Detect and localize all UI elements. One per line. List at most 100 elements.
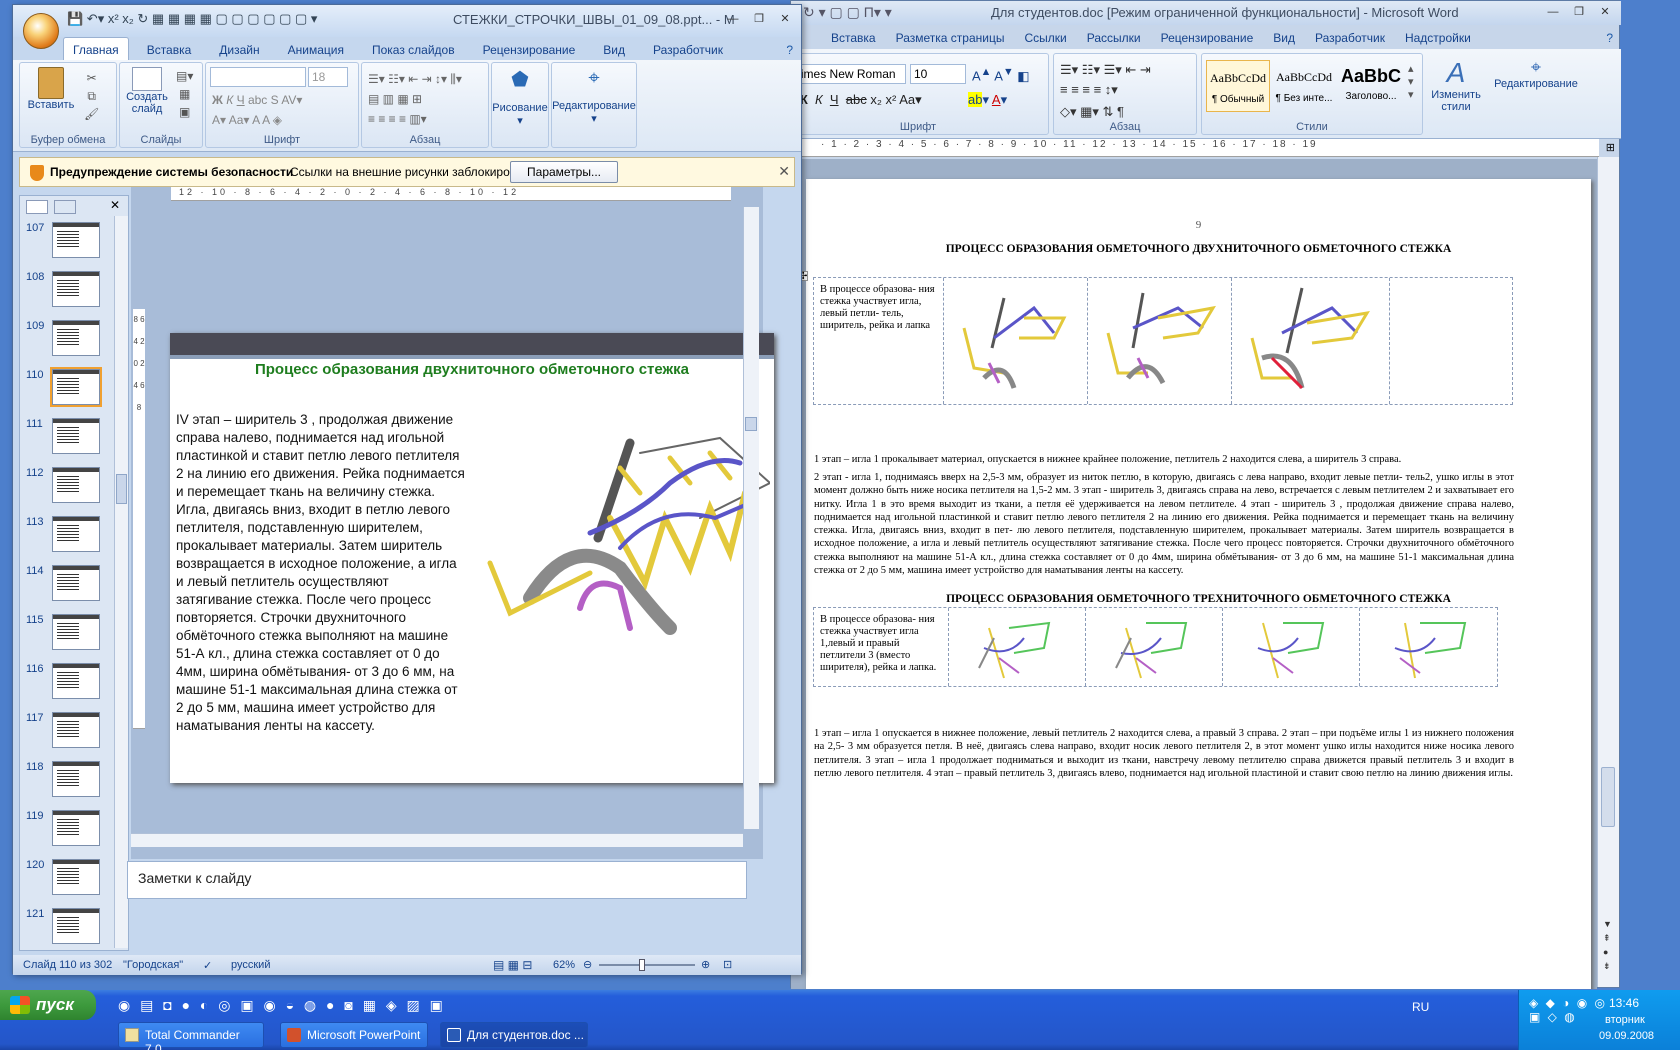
tab-insert[interactable]: Вставка — [831, 31, 876, 45]
task-word[interactable]: Для студентов.doc ... — [440, 1022, 588, 1048]
tray-icons[interactable]: ◈ ◆ ◑ ◉ ◎ ▣ ◇ ◍ — [1529, 996, 1607, 1024]
style-heading[interactable]: AaBbC Заголово... — [1338, 60, 1404, 112]
ppt-horizontal-ruler[interactable]: 12 · 10 · 8 · 6 · 4 · 2 · 0 · 2 · 4 · 6 … — [171, 187, 731, 201]
slide-thumbnail[interactable] — [52, 712, 100, 748]
font-name-combo[interactable]: Times New Roman — [790, 64, 906, 84]
fit-window-icon[interactable]: ⊡ — [723, 958, 732, 971]
slide-thumbnail[interactable] — [50, 367, 102, 407]
slide-body-text[interactable]: IV этап – ширитель 3 , продолжая движени… — [176, 411, 466, 735]
maximize-icon[interactable]: ❐ — [1567, 3, 1591, 21]
cut-copy-icons[interactable]: ✂ ⧉ 🖌 — [84, 69, 99, 123]
thumbs-scroll-thumb[interactable] — [116, 474, 127, 504]
align-icons[interactable]: ≡ ≡ ≡ ≡ ↕▾ — [1060, 82, 1118, 98]
slide-scroll-thumb[interactable] — [745, 417, 757, 431]
font-size-combo[interactable]: 10 — [910, 64, 966, 84]
slide-thumbnail[interactable] — [52, 908, 100, 944]
tab-view[interactable]: Вид — [603, 43, 625, 57]
zoom-in-icon[interactable]: ⊕ — [701, 958, 710, 971]
ppt-font-combo[interactable] — [210, 67, 306, 87]
language-indicator[interactable]: RU — [1412, 1000, 1429, 1014]
tab-review[interactable]: Рецензирование — [1161, 31, 1254, 45]
view-buttons-icon[interactable]: ▤ ▦ ⊟ — [493, 958, 532, 972]
slide-thumbnail[interactable] — [52, 271, 100, 307]
quicklaunch-icons[interactable]: ◉ ▤ ◘ ● ◐ ◎ ▣ ◉ ◒ ◍ ● ◙ ▦ ◈ ▨ ▣ — [118, 997, 446, 1014]
word-scroll-thumb[interactable] — [1601, 767, 1615, 827]
slide-thumbnail[interactable] — [52, 320, 100, 356]
clock-time[interactable]: 13:46 — [1609, 996, 1639, 1010]
ppt-align-icons[interactable]: ☰▾ ☷▾ ⇤ ⇥ ↕▾ ⫼▾ ▤ ▥ ▦ ⊞ ≡ ≡ ≡ ≡ ▥▾ — [368, 69, 462, 129]
style-nospacing[interactable]: AaBbCcDd ¶ Без инте... — [1272, 60, 1336, 112]
tab-mailings[interactable]: Рассылки — [1087, 31, 1141, 45]
pane-close-icon[interactable]: ✕ — [110, 198, 120, 212]
slide-thumbnail[interactable] — [52, 614, 100, 650]
tab-home[interactable]: Главная — [73, 43, 119, 57]
slides-tab-icon[interactable] — [26, 200, 48, 214]
ppt-maximize-icon[interactable]: ❐ — [747, 10, 771, 28]
slide-thumbnail[interactable] — [52, 810, 100, 846]
slide-title[interactable]: Процесс образования двухниточного обмето… — [170, 361, 774, 378]
slide-thumbnail[interactable] — [52, 761, 100, 797]
tab-insert[interactable]: Вставка — [147, 43, 192, 57]
task-total-commander[interactable]: Total Commander 7.0... — [118, 1022, 264, 1050]
slide-thumbnail[interactable] — [52, 663, 100, 699]
highlight-icon[interactable]: ab▾ A▾ — [968, 92, 1007, 108]
close-icon[interactable]: ✕ — [1593, 3, 1617, 21]
security-options-button[interactable]: Параметры... — [510, 161, 618, 183]
task-powerpoint[interactable]: Microsoft PowerPoint ... — [280, 1022, 428, 1050]
slide-vertical-scrollbar[interactable] — [743, 207, 759, 829]
ppt-color-icons[interactable]: A▾ Aa▾ A A ◈ — [212, 113, 282, 127]
thumbs-scrollbar[interactable] — [114, 216, 128, 948]
zoom-level[interactable]: 62% — [553, 959, 575, 971]
ppt-close-icon[interactable]: ✕ — [773, 10, 797, 28]
zoom-slider[interactable] — [599, 959, 695, 971]
ppt-format-icons[interactable]: Ж К Ч abc S AV▾ — [212, 93, 302, 107]
outline-tab-icon[interactable] — [54, 200, 76, 214]
format-buttons[interactable]: Ж К Ч abc x₂ x² Aa▾ — [796, 92, 922, 108]
tab-developer[interactable]: Разработчик — [653, 43, 723, 57]
tab-review[interactable]: Рецензирование — [483, 43, 576, 57]
office-button-icon[interactable] — [23, 13, 59, 49]
tab-slideshow[interactable]: Показ слайдов — [372, 43, 455, 57]
tab-design[interactable]: Дизайн — [219, 43, 259, 57]
shading-icons[interactable]: ◇▾ ▦▾ ⇅ ¶ — [1060, 104, 1124, 120]
layout-icons[interactable]: ▤▾ ▦ ▣ — [176, 67, 193, 121]
slide-horizontal-scrollbar[interactable] — [131, 833, 743, 847]
word-editing-button[interactable]: ⌖ Редактирование — [1491, 57, 1581, 90]
list-icons[interactable]: ☰▾ ☷▾ ☰▾ ⇤ ⇥ — [1060, 62, 1151, 78]
ppt-help-icon[interactable]: ? — [786, 43, 793, 57]
status-language[interactable]: русский — [231, 959, 270, 971]
styles-scroll-icon[interactable]: ▴ ▾ ▾ — [1408, 62, 1414, 101]
ppt-minimize-icon[interactable]: — — [721, 10, 745, 28]
stitch-figure[interactable] — [470, 423, 770, 643]
style-normal[interactable]: AaBbCcDd ¶ Обычный — [1206, 60, 1270, 112]
slide-thumbnail[interactable] — [52, 516, 100, 552]
view-ruler-icon[interactable]: ⊞ — [1606, 141, 1615, 154]
change-styles-button[interactable]: A Изменить стили — [1429, 57, 1483, 113]
tab-developer[interactable]: Разработчик — [1315, 31, 1385, 45]
tab-references[interactable]: Ссылки — [1024, 31, 1066, 45]
ppt-fontsize-combo[interactable]: 18 — [308, 67, 348, 87]
grow-font-icon[interactable]: A▲ A▼ ◧ — [972, 66, 1030, 84]
zoom-out-icon[interactable]: ⊖ — [583, 958, 592, 971]
ppt-editing-button[interactable]: ⌖ Редактирование ▾ — [552, 67, 636, 125]
paste-button[interactable]: Вставить — [26, 67, 76, 111]
slide-thumbnail[interactable] — [52, 859, 100, 895]
qat-icons[interactable]: ↻ ▾ ▢ ▢ Π▾ ▾ — [803, 4, 892, 21]
slide-canvas[interactable]: Процесс образования двухниточного обмето… — [170, 333, 774, 783]
ppt-vertical-ruler[interactable]: 8 6 4 2 0 2 4 6 8 — [133, 309, 145, 729]
notes-pane[interactable]: Заметки к слайду — [127, 861, 747, 899]
help-icon[interactable]: ? — [1606, 31, 1613, 45]
ppt-qat-icons[interactable]: 💾 ↶▾ x² x₂ ↻ ▦ ▦ ▦ ▦ ▢ ▢ ▢ ▢ ▢ ▢ ▾ — [67, 11, 317, 27]
create-slide-button[interactable]: Создать слайд — [122, 67, 172, 115]
minimize-icon[interactable]: — — [1541, 3, 1565, 21]
slide-thumbnail[interactable] — [52, 222, 100, 258]
tab-layout[interactable]: Разметка страницы — [896, 31, 1005, 45]
drawing-button[interactable]: ⬟ Рисование ▾ — [492, 67, 548, 127]
security-close-icon[interactable]: ✕ — [778, 163, 790, 180]
horizontal-ruler[interactable]: · 1 · 2 · 3 · 4 · 5 · 6 · 7 · 8 · 9 · 10… — [791, 139, 1599, 157]
spellcheck-icon[interactable]: ✓ — [203, 959, 212, 972]
slide-thumbnail[interactable] — [52, 467, 100, 503]
browse-icons[interactable]: ▼ ⇞ ● ⇟ — [1603, 917, 1612, 973]
slide-thumbnail[interactable] — [52, 418, 100, 454]
tab-view[interactable]: Вид — [1273, 31, 1295, 45]
